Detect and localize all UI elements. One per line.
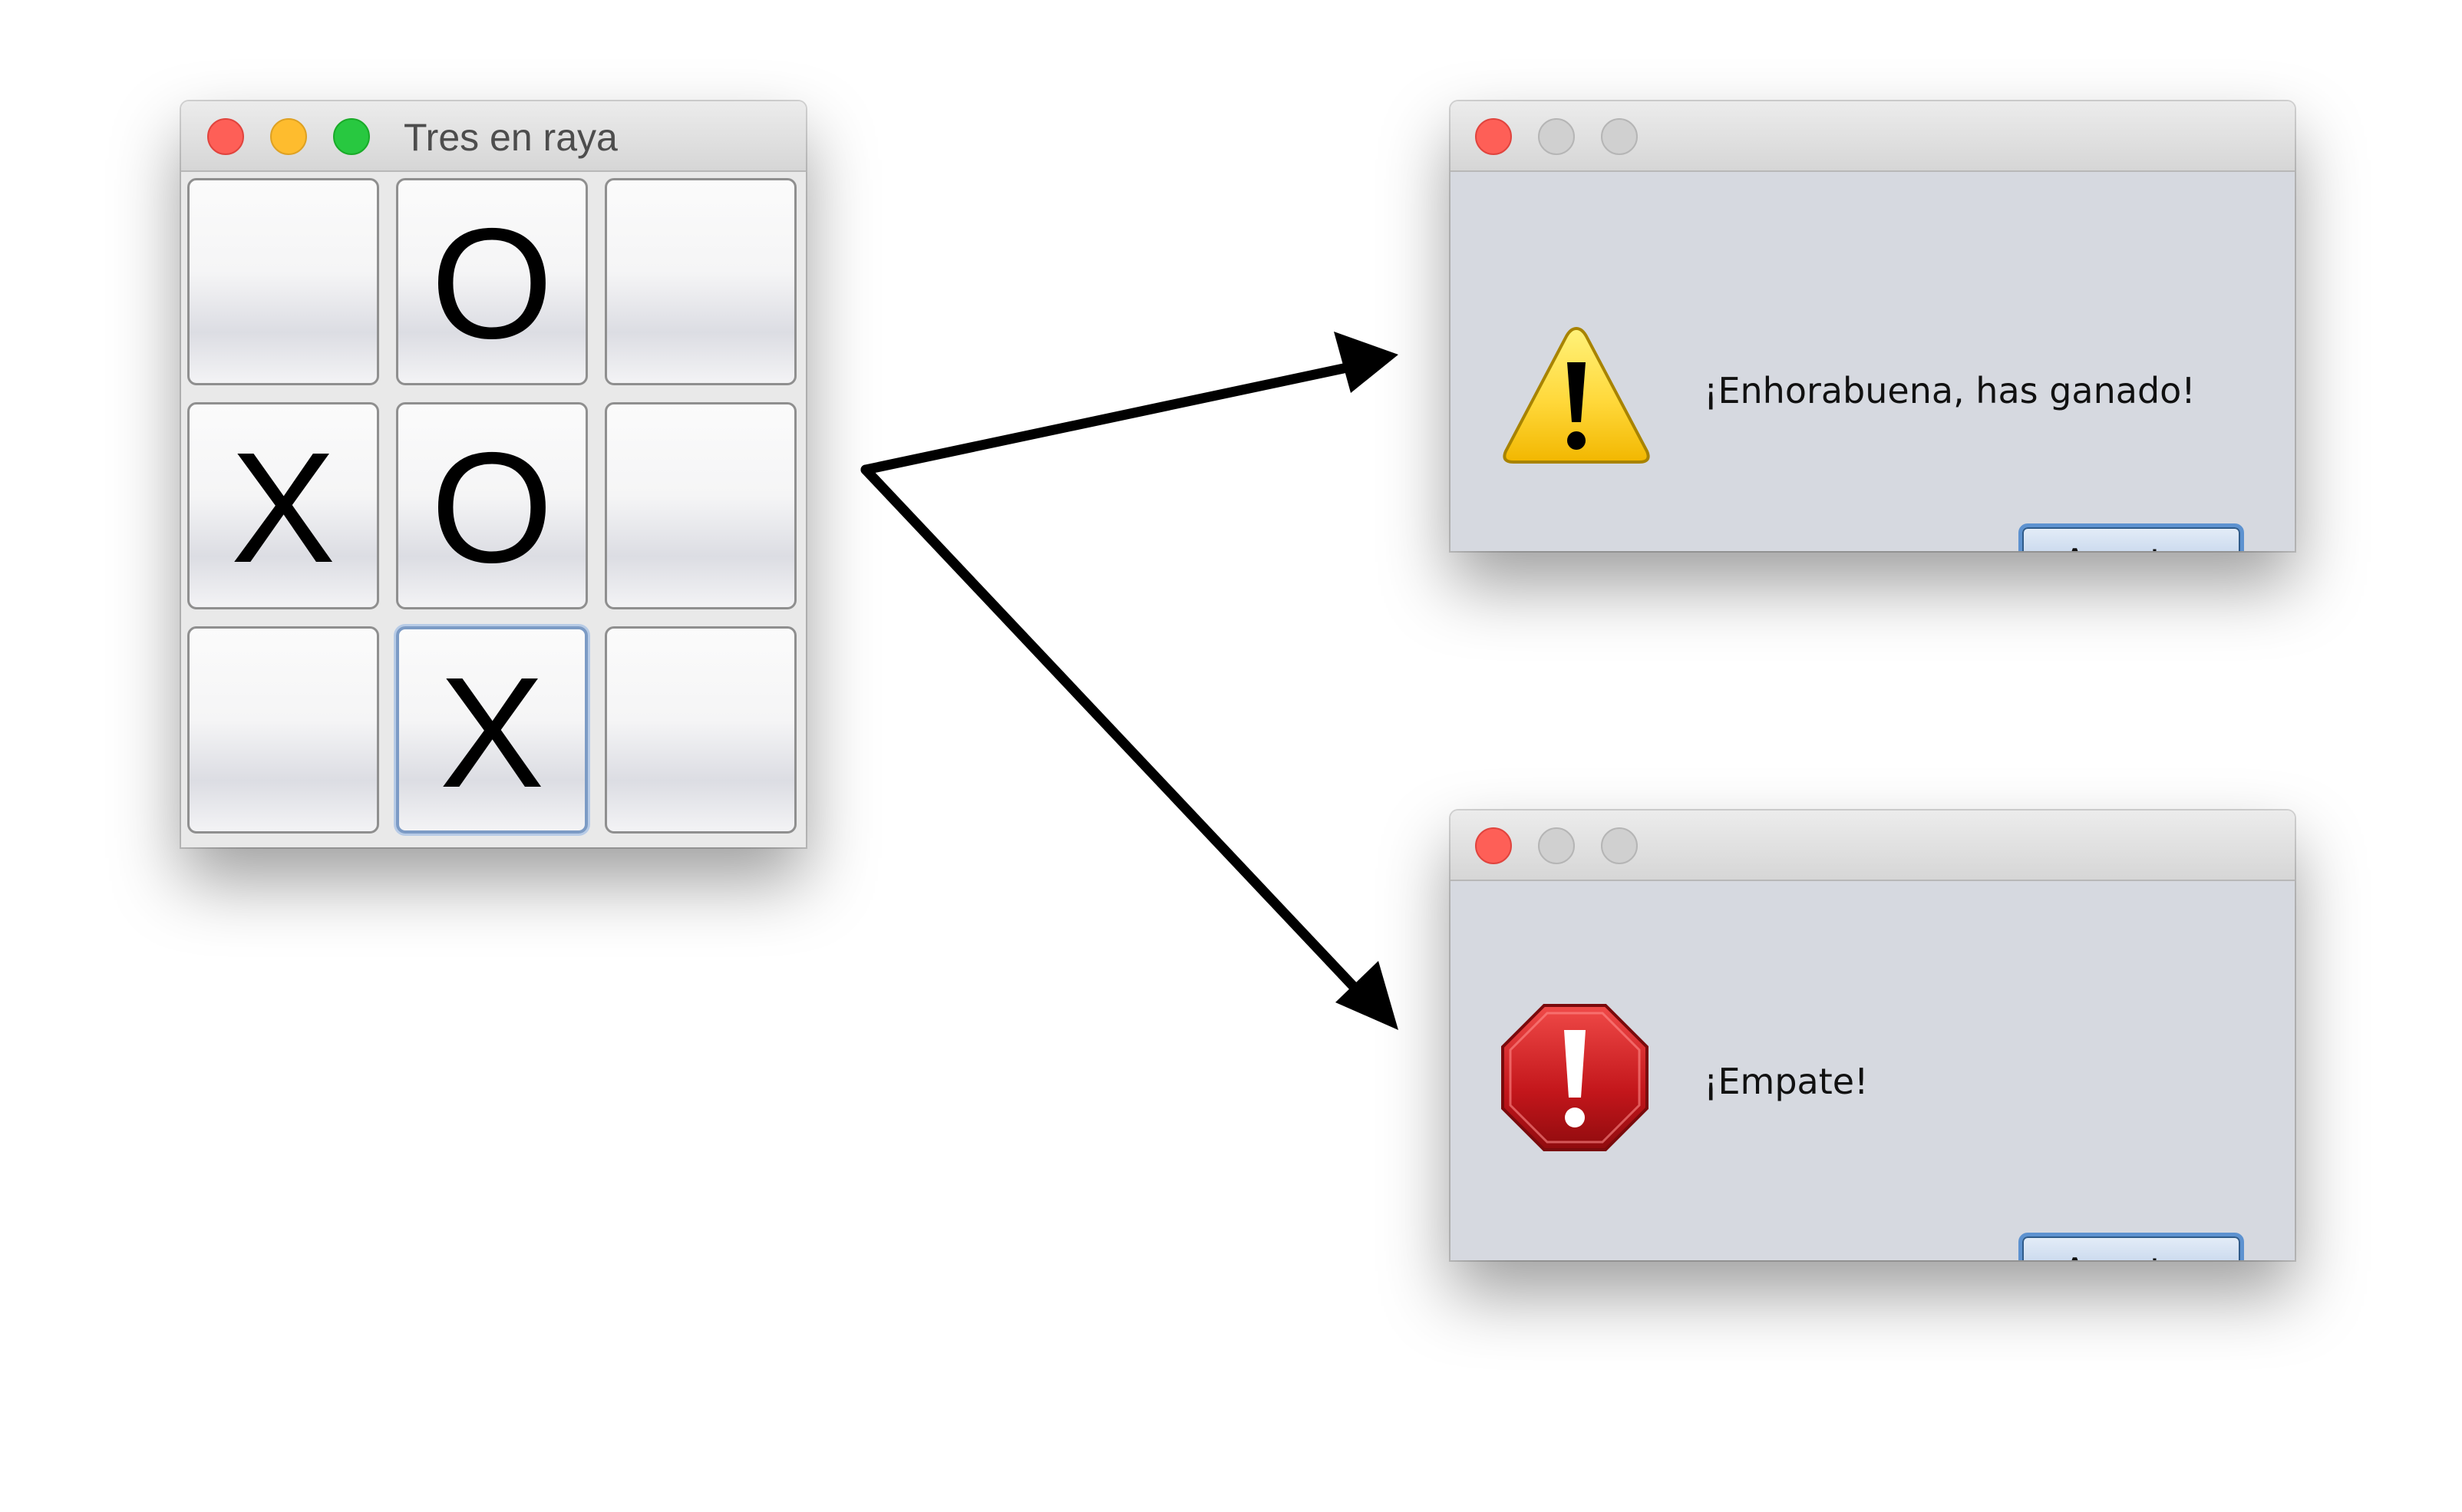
warning-icon (1503, 326, 1650, 464)
zoom-button (1601, 118, 1638, 155)
minimize-button (1538, 827, 1575, 864)
close-button[interactable] (1475, 827, 1512, 864)
arrow-to-win-dialog (860, 332, 1398, 475)
win-dialog: ¡Enhorabuena, has ganado! Aceptar (1450, 101, 2295, 551)
dialog-message: ¡Enhorabuena, has ganado! (1704, 370, 2196, 411)
title-bar[interactable] (1450, 810, 2295, 881)
arrow-to-draw-dialog (860, 464, 1398, 1030)
zoom-button (1601, 827, 1638, 864)
close-button[interactable] (1475, 118, 1512, 155)
dialog-body: ¡Empate! Aceptar (1450, 881, 2295, 1260)
draw-dialog: ¡Empate! Aceptar (1450, 810, 2295, 1260)
accept-button[interactable]: Aceptar (2018, 523, 2244, 551)
dialog-message: ¡Empate! (1704, 1061, 1869, 1102)
minimize-button (1538, 118, 1575, 155)
error-stop-icon (1501, 1004, 1648, 1151)
title-bar[interactable] (1450, 101, 2295, 172)
dialog-body: ¡Enhorabuena, has ganado! Aceptar (1450, 172, 2295, 551)
accept-button[interactable]: Aceptar (2018, 1233, 2244, 1260)
